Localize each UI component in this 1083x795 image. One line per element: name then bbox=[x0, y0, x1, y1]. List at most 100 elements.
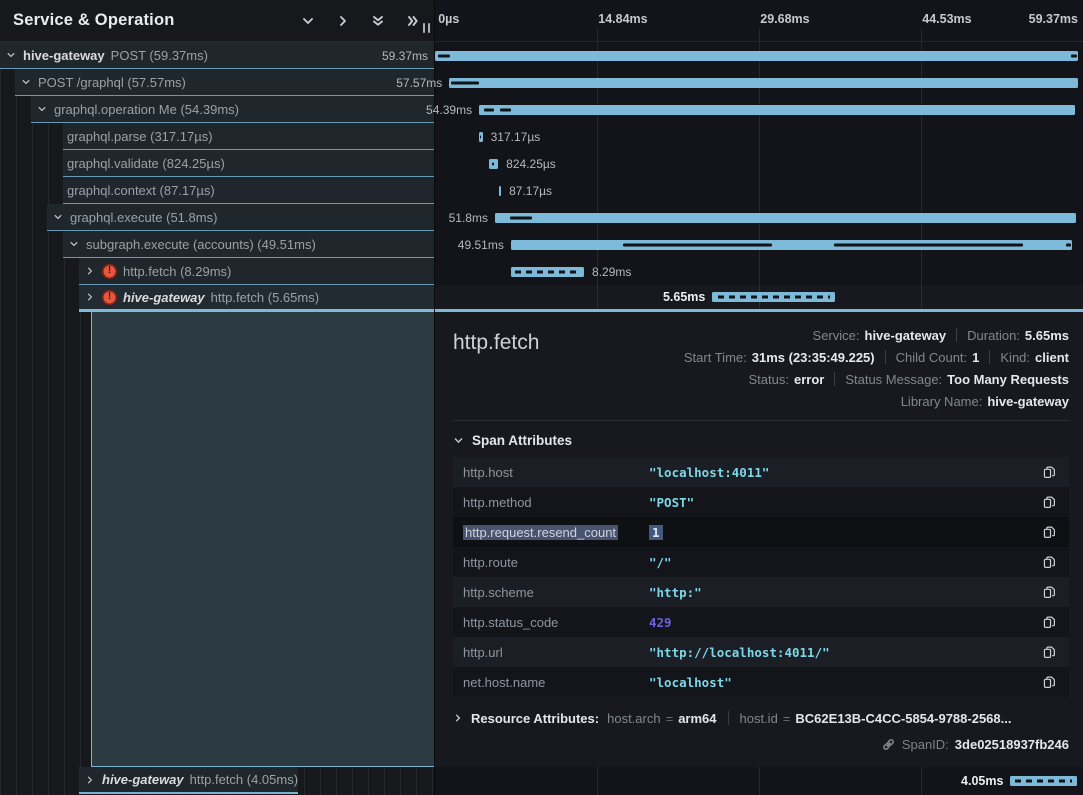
panel-resize-grip-icon[interactable] bbox=[423, 23, 430, 33]
copy-button[interactable] bbox=[1042, 615, 1057, 630]
copy-button[interactable] bbox=[1042, 555, 1057, 570]
tree-row[interactable]: !hive-gatewayhttp.fetch (5.65ms) bbox=[0, 285, 434, 312]
chevron-right-icon bbox=[453, 713, 463, 723]
child-span-marker bbox=[492, 162, 494, 165]
timeline-axis: 0µs14.84ms29.68ms44.53ms59.37ms bbox=[435, 0, 1083, 42]
span-bar[interactable] bbox=[495, 213, 1076, 223]
tree-row[interactable]: graphql.validate (824.25µs) bbox=[0, 150, 434, 177]
resource-attributes-row[interactable]: Resource Attributes: host.arch=arm64host… bbox=[453, 706, 1069, 730]
attribute-value: 1 bbox=[649, 525, 1042, 540]
span-id-value: 3de02518937fb246 bbox=[955, 737, 1069, 752]
chevron-right-icon[interactable] bbox=[83, 292, 96, 302]
tree-row[interactable]: !http.fetch (8.29ms) bbox=[0, 258, 434, 285]
overview-label: Duration: bbox=[967, 328, 1020, 343]
tree-row[interactable]: hive-gateway POST (59.37ms) bbox=[0, 42, 434, 69]
axis-tick-label: 59.37ms bbox=[1029, 12, 1078, 26]
chevron-right-icon[interactable] bbox=[83, 266, 96, 276]
timeline-row[interactable]: 59.37ms bbox=[435, 42, 1083, 69]
copy-button[interactable] bbox=[1042, 525, 1057, 540]
child-span-marker bbox=[510, 216, 531, 219]
tree-row[interactable]: graphql.operation Me (54.39ms) bbox=[0, 96, 434, 123]
timeline-row[interactable]: 87.17µs bbox=[435, 177, 1083, 204]
operation-label: graphql.operation Me (54.39ms) bbox=[54, 102, 239, 117]
tree-row-content: graphql.execute (51.8ms) bbox=[47, 204, 434, 231]
timeline-row[interactable]: 49.51ms bbox=[435, 231, 1083, 258]
span-bar[interactable] bbox=[479, 105, 1075, 115]
divider bbox=[834, 372, 835, 386]
copy-button[interactable] bbox=[1042, 465, 1057, 480]
attribute-key: http.host bbox=[463, 465, 649, 480]
timeline-row[interactable]: 824.25µs bbox=[435, 150, 1083, 177]
attribute-key: http.scheme bbox=[463, 585, 649, 600]
axis-tick-label: 29.68ms bbox=[760, 12, 809, 26]
span-tree: hive-gateway POST (59.37ms) POST /graphql … bbox=[0, 42, 434, 312]
link-icon[interactable] bbox=[881, 737, 896, 752]
tree-row[interactable]: hive-gatewayhttp.fetch (4.05ms) bbox=[0, 767, 298, 794]
timeline-row[interactable]: 5.65ms bbox=[435, 285, 1083, 312]
axis-tick-label: 0µs bbox=[438, 12, 459, 26]
overview-value: Too Many Requests bbox=[947, 372, 1069, 387]
collapse-one-chevron-down-icon[interactable] bbox=[301, 14, 315, 28]
attribute-key: net.host.name bbox=[463, 675, 649, 690]
overview-value: 31ms (23:35:49.225) bbox=[752, 350, 875, 365]
chevron-down-icon[interactable] bbox=[51, 212, 64, 222]
operation-label: POST /graphql (57.57ms) bbox=[38, 75, 186, 90]
child-span-marker bbox=[623, 243, 772, 246]
copy-button[interactable] bbox=[1042, 645, 1057, 660]
tree-row[interactable]: graphql.parse (317.17µs) bbox=[0, 123, 434, 150]
timeline-row[interactable]: 51.8ms bbox=[435, 204, 1083, 231]
resource-attributes-title: Resource Attributes: bbox=[471, 711, 599, 726]
tree-header: Service & Operation bbox=[0, 0, 434, 42]
timeline-row[interactable]: 317.17µs bbox=[435, 123, 1083, 150]
chevron-down-icon[interactable] bbox=[19, 77, 32, 87]
operation-label: graphql.validate (824.25µs) bbox=[67, 156, 225, 171]
chevron-down-icon[interactable] bbox=[67, 239, 80, 249]
copy-button[interactable] bbox=[1042, 585, 1057, 600]
span-attributes-title: Span Attributes bbox=[472, 433, 572, 448]
span-bar[interactable] bbox=[435, 51, 1078, 61]
timeline-row[interactable]: 54.39ms bbox=[435, 96, 1083, 123]
chevron-down-icon[interactable] bbox=[4, 50, 17, 60]
timeline-row[interactable]: 8.29ms bbox=[435, 258, 1083, 285]
overview-label: Start Time: bbox=[684, 350, 747, 365]
attribute-key: http.method bbox=[463, 495, 649, 510]
overview-value: hive-gateway bbox=[865, 328, 947, 343]
copy-button[interactable] bbox=[1042, 495, 1057, 510]
tree-row-content: graphql.validate (824.25µs) bbox=[63, 150, 434, 177]
chevron-down-icon bbox=[453, 435, 464, 446]
equals-sign: = bbox=[783, 711, 791, 726]
attribute-value: 429 bbox=[649, 615, 1042, 630]
duration-label: 49.51ms bbox=[458, 238, 504, 252]
span-attributes-toggle[interactable]: Span Attributes bbox=[453, 431, 1069, 449]
divider bbox=[728, 711, 729, 725]
child-span-marker bbox=[484, 108, 494, 111]
tree-row[interactable]: graphql.context (87.17µs) bbox=[0, 177, 434, 204]
attribute-row: http.host"localhost:4011" bbox=[453, 457, 1069, 487]
span-detail-header: http.fetch Service:hive-gatewayDuration:… bbox=[453, 324, 1069, 412]
timeline-rows: 59.37ms57.57ms54.39ms317.17µs824.25µs87.… bbox=[435, 42, 1083, 312]
tree-row-content: hive-gatewayhttp.fetch (4.05ms) bbox=[79, 767, 298, 794]
service-name: hive-gateway bbox=[23, 48, 105, 63]
span-bar[interactable] bbox=[499, 186, 501, 196]
divider bbox=[989, 350, 990, 364]
expand-all-double-chevron-right-icon[interactable] bbox=[406, 14, 420, 28]
span-bar[interactable] bbox=[449, 78, 1078, 88]
operation-label: POST (59.37ms) bbox=[111, 48, 208, 63]
tree-row-content: !http.fetch (8.29ms) bbox=[79, 258, 434, 285]
tree-row[interactable]: graphql.execute (51.8ms) bbox=[0, 204, 434, 231]
tree-row[interactable]: POST /graphql (57.57ms) bbox=[0, 69, 434, 96]
attribute-row: http.url"http://localhost:4011/" bbox=[453, 637, 1069, 667]
expand-one-chevron-right-icon[interactable] bbox=[336, 14, 350, 28]
resource-value: BC62E13B-C4CC-5854-9788-2568... bbox=[795, 711, 1011, 726]
copy-button[interactable] bbox=[1042, 675, 1057, 690]
divider bbox=[956, 328, 957, 342]
tree-row-content: graphql.operation Me (54.39ms) bbox=[31, 96, 434, 123]
selected-span-detail-indent-block bbox=[91, 312, 434, 767]
timeline-row[interactable]: 57.57ms bbox=[435, 69, 1083, 96]
overview-label: Status: bbox=[749, 372, 789, 387]
chevron-down-icon[interactable] bbox=[35, 104, 48, 114]
collapse-all-double-chevron-down-icon[interactable] bbox=[371, 14, 385, 28]
timeline-row[interactable]: 4.05ms bbox=[435, 767, 1083, 794]
tree-row[interactable]: subgraph.execute (accounts) (49.51ms) bbox=[0, 231, 434, 258]
chevron-right-icon[interactable] bbox=[83, 775, 96, 785]
